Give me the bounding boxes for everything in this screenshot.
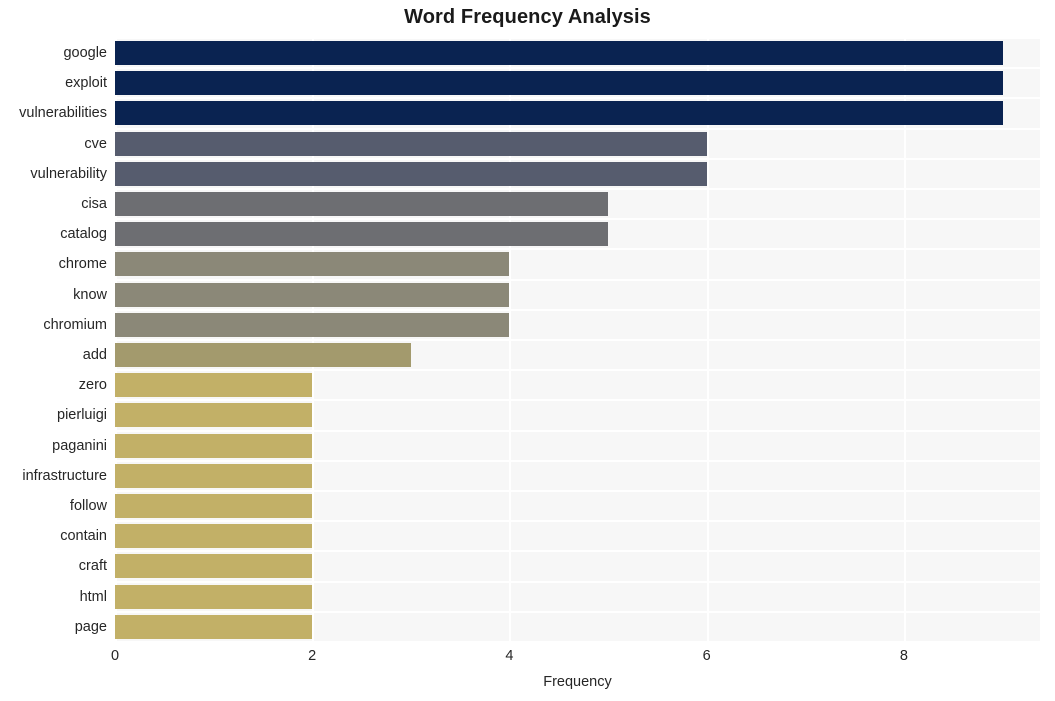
bar-row [115, 340, 1040, 370]
bar-row [115, 68, 1040, 98]
bar-row [115, 370, 1040, 400]
y-tick-label-vulnerabilities: vulnerabilities [19, 105, 107, 122]
bar-row [115, 582, 1040, 612]
chart-title: Word Frequency Analysis [404, 6, 651, 28]
y-tick-label-craft: craft [78, 558, 107, 575]
x-tick-label-6: 6 [702, 648, 711, 664]
x-tick-label-0: 0 [110, 648, 120, 664]
bar-zero[interactable] [115, 373, 313, 398]
y-tick-label-add: add [82, 347, 107, 363]
bar-contain[interactable] [115, 524, 313, 549]
bar-page[interactable] [115, 614, 313, 639]
y-tick-label-page: page [74, 618, 107, 635]
y-tick-label-zero: zero [78, 377, 107, 394]
bar-catalog[interactable] [115, 222, 609, 247]
bar-row [115, 461, 1040, 491]
bar-know[interactable] [115, 282, 510, 307]
bar-cisa[interactable] [115, 192, 609, 216]
plot-area [115, 38, 1040, 642]
y-tick-label-chrome: chrome [58, 256, 107, 273]
x-tick-label-2: 2 [308, 648, 317, 664]
bar-infrastructure[interactable] [115, 463, 313, 488]
bar-row [115, 491, 1040, 521]
y-tick-label-pierluigi: pierluigi [57, 407, 107, 424]
y-tick-label-google: google [63, 45, 107, 61]
bar-vulnerability[interactable] [115, 161, 707, 186]
bar-vulnerabilities[interactable] [115, 101, 1003, 126]
bar-chrome[interactable] [115, 252, 510, 277]
bar-chromium[interactable] [115, 312, 510, 337]
x-axis-title: Frequency [543, 674, 612, 690]
bar-row [115, 280, 1040, 310]
y-axis-tick-labels: google exploit vulnerabilities cve vulnerabi… [0, 38, 107, 642]
y-tick-label-catalog: catalog [60, 226, 107, 243]
bar-row [115, 551, 1040, 581]
y-tick-label-infrastructure: infrastructure [22, 467, 107, 484]
x-tick-label-4: 4 [505, 648, 514, 664]
x-axis-tick-labels: 0 2 4 6 8 [0, 648, 1055, 672]
y-tick-label-follow: follow [69, 498, 107, 514]
bar-google[interactable] [115, 41, 1003, 65]
bar-cve[interactable] [115, 131, 707, 156]
bar-row [115, 159, 1040, 189]
bar-row [115, 431, 1040, 461]
bar-paganini[interactable] [115, 433, 313, 458]
bar-craft[interactable] [115, 554, 313, 579]
x-tick-label-8: 8 [899, 648, 908, 664]
word-frequency-chart: Word Frequency Analysis google exploit vul… [0, 0, 1055, 701]
bar-row [115, 521, 1040, 551]
y-tick-label-vulnerability: vulnerability [30, 165, 107, 182]
y-tick-label-know: know [73, 286, 107, 303]
bar-row [115, 400, 1040, 430]
bar-follow[interactable] [115, 494, 313, 518]
bar-add[interactable] [115, 343, 411, 367]
bar-row [115, 129, 1040, 159]
y-tick-label-cve: cve [84, 135, 107, 152]
bar-row [115, 189, 1040, 219]
y-tick-label-paganini: paganini [52, 437, 107, 454]
bar-row [115, 612, 1040, 642]
bar-pierluigi[interactable] [115, 403, 313, 428]
y-tick-label-cisa: cisa [81, 196, 107, 212]
bar-exploit[interactable] [115, 71, 1003, 96]
bar-row [115, 38, 1040, 68]
y-tick-label-chromium: chromium [43, 316, 107, 333]
y-tick-label-html: html [79, 588, 107, 605]
bar-html[interactable] [115, 584, 313, 609]
bar-row [115, 98, 1040, 128]
y-tick-label-contain: contain [60, 528, 107, 545]
bar-row [115, 249, 1040, 279]
y-tick-label-exploit: exploit [65, 75, 107, 92]
bar-row [115, 310, 1040, 340]
bar-row [115, 219, 1040, 249]
